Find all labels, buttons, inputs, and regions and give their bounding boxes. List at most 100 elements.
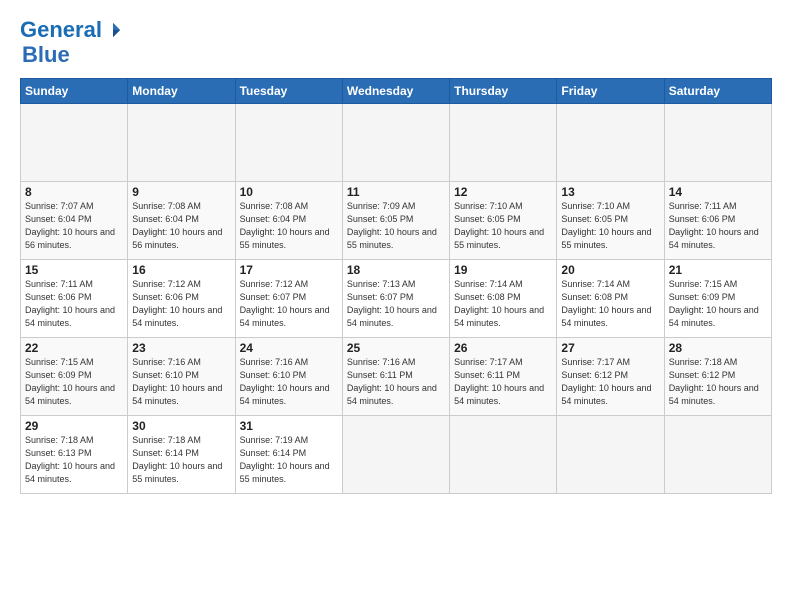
calendar-cell: [235, 104, 342, 182]
week-row-4: 22 Sunrise: 7:15 AMSunset: 6:09 PMDaylig…: [21, 338, 772, 416]
day-number: 26: [454, 341, 552, 355]
col-header-monday: Monday: [128, 79, 235, 104]
day-number: 18: [347, 263, 445, 277]
day-number: 30: [132, 419, 230, 433]
calendar-cell: 30 Sunrise: 7:18 AMSunset: 6:14 PMDaylig…: [128, 416, 235, 494]
day-info: Sunrise: 7:18 AMSunset: 6:14 PMDaylight:…: [132, 435, 222, 484]
week-row-5: 29 Sunrise: 7:18 AMSunset: 6:13 PMDaylig…: [21, 416, 772, 494]
day-info: Sunrise: 7:11 AMSunset: 6:06 PMDaylight:…: [25, 279, 115, 328]
week-row-2: 8 Sunrise: 7:07 AMSunset: 6:04 PMDayligh…: [21, 182, 772, 260]
day-number: 28: [669, 341, 767, 355]
calendar-cell: 17 Sunrise: 7:12 AMSunset: 6:07 PMDaylig…: [235, 260, 342, 338]
day-number: 24: [240, 341, 338, 355]
day-number: 19: [454, 263, 552, 277]
day-number: 22: [25, 341, 123, 355]
day-info: Sunrise: 7:10 AMSunset: 6:05 PMDaylight:…: [454, 201, 544, 250]
calendar-cell: 14 Sunrise: 7:11 AMSunset: 6:06 PMDaylig…: [664, 182, 771, 260]
day-info: Sunrise: 7:11 AMSunset: 6:06 PMDaylight:…: [669, 201, 759, 250]
day-number: 11: [347, 185, 445, 199]
calendar-cell: [450, 104, 557, 182]
day-info: Sunrise: 7:17 AMSunset: 6:11 PMDaylight:…: [454, 357, 544, 406]
logo-blue: Blue: [22, 42, 70, 68]
calendar-cell: 10 Sunrise: 7:08 AMSunset: 6:04 PMDaylig…: [235, 182, 342, 260]
calendar-cell: 18 Sunrise: 7:13 AMSunset: 6:07 PMDaylig…: [342, 260, 449, 338]
calendar-cell: 13 Sunrise: 7:10 AMSunset: 6:05 PMDaylig…: [557, 182, 664, 260]
day-info: Sunrise: 7:16 AMSunset: 6:10 PMDaylight:…: [132, 357, 222, 406]
day-info: Sunrise: 7:12 AMSunset: 6:06 PMDaylight:…: [132, 279, 222, 328]
calendar-cell: 19 Sunrise: 7:14 AMSunset: 6:08 PMDaylig…: [450, 260, 557, 338]
calendar-cell: 20 Sunrise: 7:14 AMSunset: 6:08 PMDaylig…: [557, 260, 664, 338]
col-header-friday: Friday: [557, 79, 664, 104]
calendar-cell: 29 Sunrise: 7:18 AMSunset: 6:13 PMDaylig…: [21, 416, 128, 494]
day-info: Sunrise: 7:14 AMSunset: 6:08 PMDaylight:…: [561, 279, 651, 328]
calendar-cell: 16 Sunrise: 7:12 AMSunset: 6:06 PMDaylig…: [128, 260, 235, 338]
calendar-table: SundayMondayTuesdayWednesdayThursdayFrid…: [20, 78, 772, 494]
calendar-cell: [21, 104, 128, 182]
day-info: Sunrise: 7:17 AMSunset: 6:12 PMDaylight:…: [561, 357, 651, 406]
calendar-cell: 12 Sunrise: 7:10 AMSunset: 6:05 PMDaylig…: [450, 182, 557, 260]
calendar-cell: 9 Sunrise: 7:08 AMSunset: 6:04 PMDayligh…: [128, 182, 235, 260]
calendar-cell: [342, 104, 449, 182]
day-number: 9: [132, 185, 230, 199]
calendar-cell: [342, 416, 449, 494]
week-row-3: 15 Sunrise: 7:11 AMSunset: 6:06 PMDaylig…: [21, 260, 772, 338]
day-info: Sunrise: 7:18 AMSunset: 6:13 PMDaylight:…: [25, 435, 115, 484]
day-number: 29: [25, 419, 123, 433]
day-info: Sunrise: 7:08 AMSunset: 6:04 PMDaylight:…: [240, 201, 330, 250]
day-number: 10: [240, 185, 338, 199]
day-number: 20: [561, 263, 659, 277]
day-number: 14: [669, 185, 767, 199]
day-info: Sunrise: 7:13 AMSunset: 6:07 PMDaylight:…: [347, 279, 437, 328]
day-number: 31: [240, 419, 338, 433]
calendar-cell: [664, 416, 771, 494]
calendar-cell: 26 Sunrise: 7:17 AMSunset: 6:11 PMDaylig…: [450, 338, 557, 416]
calendar-cell: [557, 104, 664, 182]
calendar-cell: [450, 416, 557, 494]
col-header-saturday: Saturday: [664, 79, 771, 104]
day-number: 8: [25, 185, 123, 199]
header-row: SundayMondayTuesdayWednesdayThursdayFrid…: [21, 79, 772, 104]
day-number: 15: [25, 263, 123, 277]
day-info: Sunrise: 7:12 AMSunset: 6:07 PMDaylight:…: [240, 279, 330, 328]
day-info: Sunrise: 7:15 AMSunset: 6:09 PMDaylight:…: [25, 357, 115, 406]
calendar-cell: 21 Sunrise: 7:15 AMSunset: 6:09 PMDaylig…: [664, 260, 771, 338]
day-info: Sunrise: 7:09 AMSunset: 6:05 PMDaylight:…: [347, 201, 437, 250]
calendar-cell: 24 Sunrise: 7:16 AMSunset: 6:10 PMDaylig…: [235, 338, 342, 416]
logo: General Blue: [20, 18, 122, 68]
day-number: 16: [132, 263, 230, 277]
day-number: 23: [132, 341, 230, 355]
day-info: Sunrise: 7:08 AMSunset: 6:04 PMDaylight:…: [132, 201, 222, 250]
page: General Blue SundayMondayTuesdayWednesda…: [0, 0, 792, 612]
day-number: 27: [561, 341, 659, 355]
day-info: Sunrise: 7:10 AMSunset: 6:05 PMDaylight:…: [561, 201, 651, 250]
calendar-cell: 25 Sunrise: 7:16 AMSunset: 6:11 PMDaylig…: [342, 338, 449, 416]
calendar-cell: [557, 416, 664, 494]
day-info: Sunrise: 7:18 AMSunset: 6:12 PMDaylight:…: [669, 357, 759, 406]
calendar-cell: 11 Sunrise: 7:09 AMSunset: 6:05 PMDaylig…: [342, 182, 449, 260]
day-number: 17: [240, 263, 338, 277]
day-number: 21: [669, 263, 767, 277]
day-info: Sunrise: 7:14 AMSunset: 6:08 PMDaylight:…: [454, 279, 544, 328]
calendar-cell: [128, 104, 235, 182]
header: General Blue: [20, 18, 772, 68]
logo-icon: [104, 21, 122, 39]
day-number: 12: [454, 185, 552, 199]
week-row-1: [21, 104, 772, 182]
calendar-cell: 8 Sunrise: 7:07 AMSunset: 6:04 PMDayligh…: [21, 182, 128, 260]
day-info: Sunrise: 7:15 AMSunset: 6:09 PMDaylight:…: [669, 279, 759, 328]
col-header-tuesday: Tuesday: [235, 79, 342, 104]
calendar-cell: 23 Sunrise: 7:16 AMSunset: 6:10 PMDaylig…: [128, 338, 235, 416]
day-info: Sunrise: 7:16 AMSunset: 6:10 PMDaylight:…: [240, 357, 330, 406]
calendar-cell: 15 Sunrise: 7:11 AMSunset: 6:06 PMDaylig…: [21, 260, 128, 338]
day-number: 25: [347, 341, 445, 355]
col-header-thursday: Thursday: [450, 79, 557, 104]
calendar-cell: 28 Sunrise: 7:18 AMSunset: 6:12 PMDaylig…: [664, 338, 771, 416]
col-header-wednesday: Wednesday: [342, 79, 449, 104]
calendar-cell: 27 Sunrise: 7:17 AMSunset: 6:12 PMDaylig…: [557, 338, 664, 416]
calendar-cell: [664, 104, 771, 182]
col-header-sunday: Sunday: [21, 79, 128, 104]
day-number: 13: [561, 185, 659, 199]
logo-text: General: [20, 18, 102, 42]
calendar-cell: 22 Sunrise: 7:15 AMSunset: 6:09 PMDaylig…: [21, 338, 128, 416]
calendar-cell: 31 Sunrise: 7:19 AMSunset: 6:14 PMDaylig…: [235, 416, 342, 494]
